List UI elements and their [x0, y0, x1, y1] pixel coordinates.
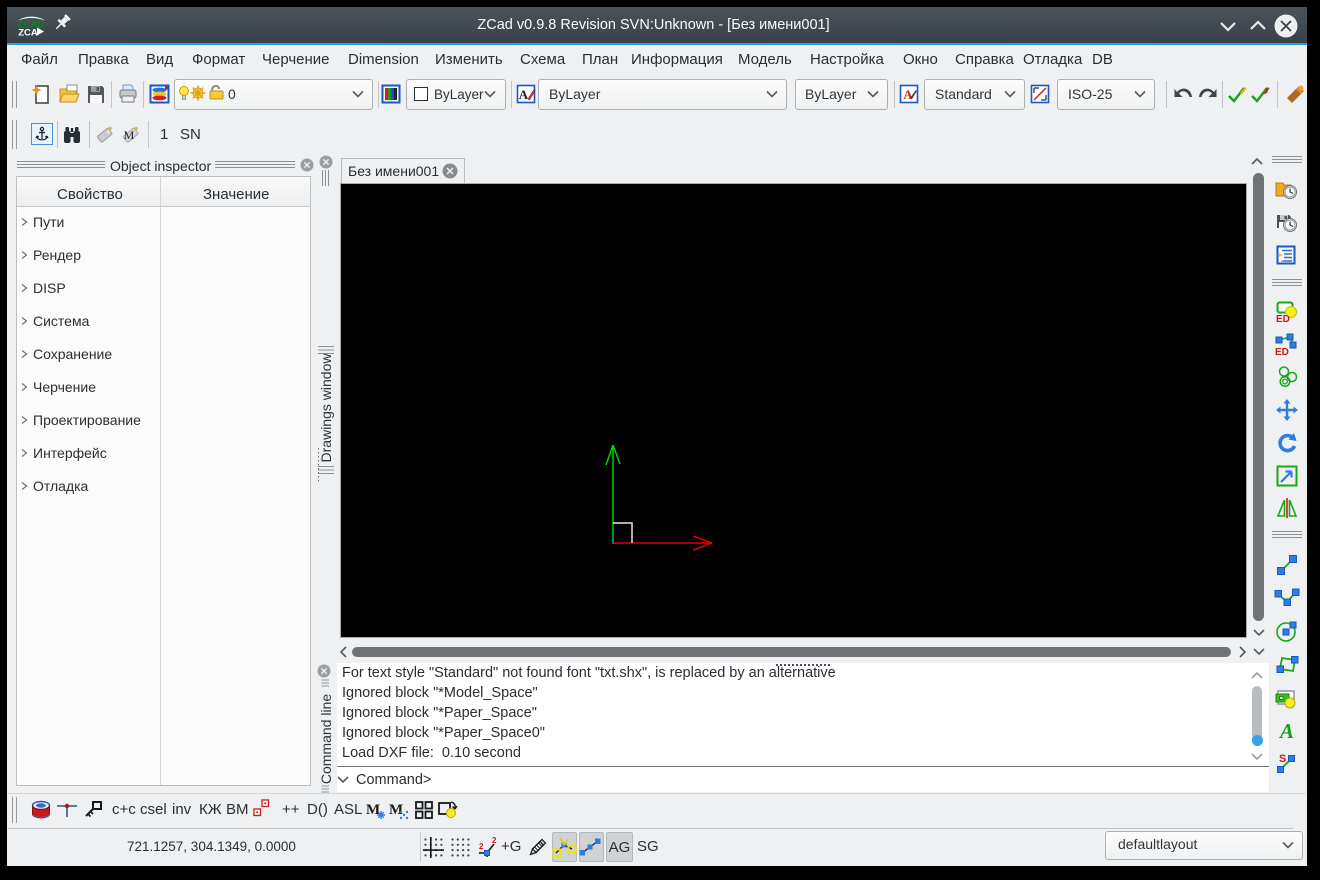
svg-text:ED: ED [1275, 347, 1289, 358]
svg-text:M: M [389, 802, 403, 818]
svg-text:ZCA: ZCA [18, 28, 38, 39]
svg-text:A: A [519, 87, 529, 102]
svg-text:M: M [124, 128, 135, 142]
svg-text:A: A [1278, 719, 1294, 743]
svg-text:S: S [1279, 753, 1286, 765]
svg-text:z: z [1265, 88, 1269, 95]
svg-text:2: 2 [492, 836, 497, 845]
svg-text:A: A [903, 87, 913, 102]
svg-text:ED: ED [1276, 314, 1290, 325]
svg-text:2: 2 [479, 842, 484, 851]
